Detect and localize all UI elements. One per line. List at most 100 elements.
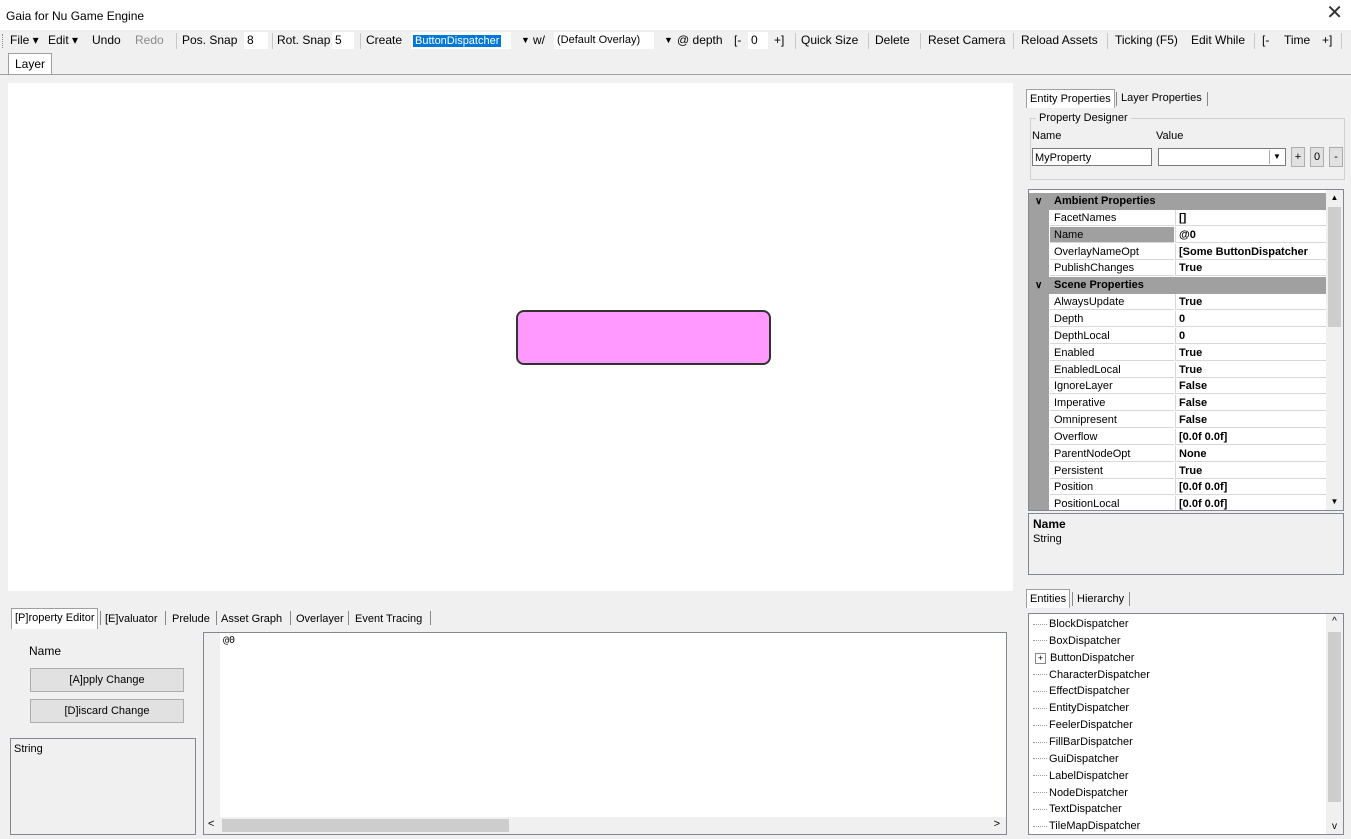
scroll-up-icon[interactable]: ▲: [1326, 190, 1343, 206]
property-row[interactable]: Name @0: [1029, 226, 1327, 244]
time-decrease-button[interactable]: [-: [1262, 33, 1269, 47]
close-icon[interactable]: ✕: [1326, 3, 1343, 23]
property-name[interactable]: IgnoreLayer: [1050, 378, 1174, 395]
entity-tree-item[interactable]: TileMapDispatcher: [1033, 818, 1140, 834]
property-category[interactable]: ∨ Scene Properties: [1029, 277, 1327, 295]
editor-text[interactable]: @0: [223, 635, 235, 646]
chevron-down-icon[interactable]: ∨: [1035, 193, 1042, 210]
reload-assets-button[interactable]: Reload Assets: [1021, 33, 1098, 47]
property-row[interactable]: Overflow [0.0f 0.0f]: [1029, 428, 1327, 446]
property-value[interactable]: []: [1175, 209, 1327, 226]
tab-evaluator[interactable]: [E]valuator: [102, 610, 161, 628]
rot-snap-input[interactable]: 5: [332, 32, 354, 49]
tab-asset-graph[interactable]: Asset Graph: [218, 610, 285, 628]
undo-button[interactable]: Undo: [92, 33, 121, 47]
property-row[interactable]: Position [0.0f 0.0f]: [1029, 479, 1327, 497]
property-row[interactable]: OverlayNameOpt [Some ButtonDispatcher: [1029, 243, 1327, 261]
scroll-up-icon[interactable]: ^: [1326, 616, 1343, 627]
property-value[interactable]: True: [1175, 260, 1327, 277]
property-value[interactable]: 0: [1175, 327, 1327, 344]
property-value[interactable]: True: [1175, 361, 1327, 378]
dispatcher-combo[interactable]: ButtonDispatcher: [411, 32, 511, 49]
chevron-down-icon[interactable]: ▼: [1269, 150, 1284, 164]
property-row[interactable]: EnabledLocal True: [1029, 361, 1327, 379]
property-name[interactable]: OverlayNameOpt: [1050, 244, 1174, 260]
depth-input[interactable]: 0: [748, 32, 768, 49]
entity-tree-item[interactable]: EffectDispatcher: [1033, 683, 1130, 700]
tab-event-tracing[interactable]: Event Tracing: [352, 610, 425, 628]
property-row[interactable]: AlwaysUpdate True: [1029, 294, 1327, 312]
overlay-dropdown-icon[interactable]: ▼: [664, 35, 673, 45]
tab-entities[interactable]: Entities: [1026, 589, 1071, 608]
time-increase-button[interactable]: +]: [1322, 33, 1332, 47]
tab-overlayer[interactable]: Overlayer: [293, 610, 347, 628]
tab-property-editor[interactable]: [P]roperty Editor: [11, 608, 99, 629]
expand-icon[interactable]: +: [1035, 652, 1046, 664]
editor-hscrollbar[interactable]: < >: [204, 817, 1006, 834]
property-row[interactable]: Depth 0: [1029, 310, 1327, 328]
property-value[interactable]: False: [1175, 378, 1327, 395]
property-name[interactable]: FacetNames: [1050, 210, 1174, 226]
overlay-combo[interactable]: (Default Overlay): [554, 32, 654, 49]
pos-snap-input[interactable]: 8: [244, 32, 268, 49]
property-name[interactable]: EnabledLocal: [1050, 362, 1174, 378]
property-name[interactable]: Omnipresent: [1050, 412, 1174, 429]
tab-hierarchy[interactable]: Hierarchy: [1074, 590, 1127, 608]
property-name[interactable]: Position: [1050, 479, 1174, 496]
property-row[interactable]: PublishChanges True: [1029, 260, 1327, 278]
edit-while-toggle[interactable]: Edit While: [1191, 33, 1245, 47]
property-row[interactable]: Enabled True: [1029, 344, 1327, 362]
apply-change-button[interactable]: [A]pply Change: [30, 668, 184, 692]
property-value[interactable]: False: [1175, 412, 1327, 429]
property-row[interactable]: Persistent True: [1029, 462, 1327, 480]
property-value[interactable]: 0: [1175, 310, 1327, 327]
discard-change-button[interactable]: [D]iscard Change: [30, 699, 184, 723]
entity-tree-item[interactable]: EntityDispatcher: [1033, 700, 1129, 717]
remove-property-button[interactable]: -: [1329, 147, 1343, 167]
property-value[interactable]: False: [1175, 395, 1327, 412]
toolbar-grip[interactable]: [2, 34, 6, 48]
entity-tree-item[interactable]: FillBarDispatcher: [1033, 734, 1133, 751]
delete-button[interactable]: Delete: [875, 33, 910, 47]
property-grid[interactable]: ∨ Ambient Properties FacetNames[] Name @0 Ove…: [1028, 189, 1344, 511]
entity-tree-item[interactable]: LabelDispatcher: [1033, 768, 1129, 785]
tab-layer-properties[interactable]: Layer Properties: [1118, 89, 1205, 107]
dispatcher-dropdown-icon[interactable]: ▼: [521, 35, 530, 45]
property-row[interactable]: ParentNodeOpt None: [1029, 445, 1327, 463]
entity-tree-item[interactable]: NodeDispatcher: [1033, 785, 1128, 802]
file-menu[interactable]: File ▾: [10, 33, 39, 47]
property-value[interactable]: True: [1175, 462, 1327, 479]
property-name-input[interactable]: MyProperty: [1032, 148, 1152, 166]
property-name[interactable]: Overflow: [1050, 429, 1174, 445]
property-value[interactable]: [Some ButtonDispatcher: [1175, 243, 1327, 260]
property-row[interactable]: Omnipresent False: [1029, 412, 1327, 430]
zero-property-button[interactable]: 0: [1310, 147, 1324, 167]
ticking-toggle[interactable]: Ticking (F5): [1115, 33, 1178, 47]
scroll-down-icon[interactable]: v: [1326, 821, 1343, 832]
property-name[interactable]: DepthLocal: [1050, 328, 1174, 344]
tab-prelude[interactable]: Prelude: [169, 610, 213, 628]
entity-tree[interactable]: BlockDispatcher BoxDispatcher + ButtonDispa…: [1028, 613, 1344, 835]
entity-tree-item[interactable]: BoxDispatcher: [1033, 633, 1121, 650]
property-name[interactable]: Imperative: [1050, 395, 1174, 412]
scroll-right-icon[interactable]: >: [994, 818, 1000, 830]
entity-tree-item[interactable]: GuiDispatcher: [1033, 751, 1119, 768]
entity-tree-item[interactable]: TextDispatcher: [1033, 801, 1122, 818]
property-value[interactable]: None: [1175, 445, 1327, 462]
tab-layer[interactable]: Layer: [8, 53, 53, 74]
property-value[interactable]: @0: [1175, 226, 1327, 243]
quick-size-button[interactable]: Quick Size: [801, 33, 858, 47]
depth-increase-button[interactable]: +]: [774, 33, 784, 47]
reset-camera-button[interactable]: Reset Camera: [928, 33, 1005, 47]
entity-tree-item[interactable]: BlockDispatcher: [1033, 616, 1128, 633]
property-name[interactable]: PublishChanges: [1050, 260, 1174, 277]
entity-tree-item[interactable]: CharacterDispatcher: [1033, 667, 1150, 684]
property-value[interactable]: [0.0f 0.0f]: [1175, 496, 1327, 510]
property-value-combo[interactable]: ▼: [1158, 148, 1286, 166]
entity-button[interactable]: [516, 310, 771, 365]
entity-tree-item[interactable]: + ButtonDispatcher: [1033, 650, 1134, 667]
property-name[interactable]: ParentNodeOpt: [1050, 446, 1174, 462]
property-value[interactable]: True: [1175, 344, 1327, 361]
property-name[interactable]: Persistent: [1050, 463, 1174, 479]
scroll-thumb[interactable]: [222, 819, 509, 832]
